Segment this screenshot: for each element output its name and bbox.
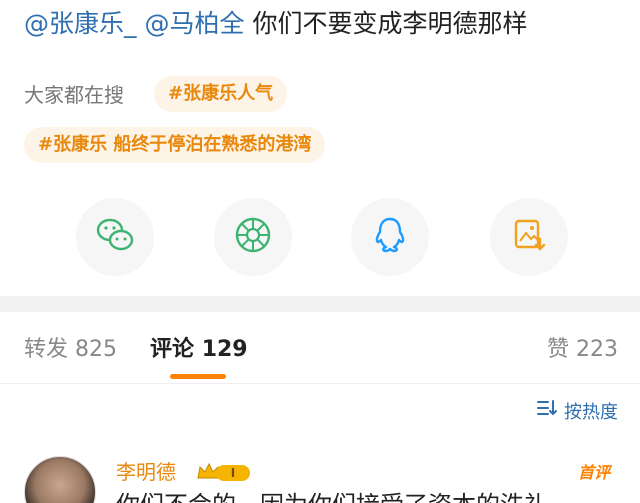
tab-repost-label: 转发 — [24, 337, 69, 362]
post-body: 你们不要变成李明德那样 — [252, 9, 528, 38]
section-divider — [0, 296, 640, 312]
share-qq-button[interactable] — [351, 198, 429, 276]
sort-label: 按热度 — [564, 402, 618, 423]
save-image-button[interactable] — [490, 198, 568, 276]
hot-search-tag[interactable]: #张康乐 船终于停泊在熟悉的港湾 — [24, 127, 326, 163]
comment-item: 李明德 I 首评 你们不会的，因为你们接受了资本的洗礼 — [0, 440, 640, 503]
moments-icon — [234, 216, 272, 258]
sort-by-hot-button[interactable]: 按热度 — [536, 398, 618, 428]
tab-comment-label: 评论 — [150, 337, 195, 362]
share-moments-button[interactable] — [214, 198, 292, 276]
mention-mabaiquan[interactable]: @马柏全 — [144, 9, 244, 38]
save-image-icon — [512, 217, 546, 257]
sort-icon — [536, 398, 558, 428]
mention-zhangkangle[interactable]: @张康乐_ — [24, 9, 137, 38]
tabs-divider — [0, 383, 640, 384]
comment-text: 你们不会的，因为你们接受了资本的洗礼 — [116, 488, 548, 503]
tab-like-count: 223 — [576, 337, 618, 362]
post-section: @张康乐_ @马柏全 你们不要变成李明德那样 大家都在搜 #张康乐人气 #张康乐… — [0, 0, 640, 296]
comment-author[interactable]: 李明德 — [116, 458, 176, 486]
tab-like-label: 赞 — [546, 337, 569, 362]
first-comment-tag: 首评 — [577, 463, 610, 482]
post-text-line: @张康乐_ @马柏全 你们不要变成李明德那样 — [24, 4, 527, 44]
hot-search-tag[interactable]: #张康乐人气 — [154, 76, 288, 112]
share-wechat-button[interactable] — [76, 198, 154, 276]
tab-repost[interactable]: 转发 825 — [24, 332, 117, 368]
active-tab-indicator — [170, 374, 226, 379]
interaction-tabs: 转发 825 评论 129 赞 223 — [0, 312, 640, 384]
hot-search-label: 大家都在搜 — [24, 83, 124, 107]
tab-comment-count: 129 — [201, 337, 248, 362]
qq-icon — [373, 216, 407, 258]
tab-like[interactable]: 赞 223 — [547, 332, 618, 368]
tab-repost-count: 825 — [75, 337, 118, 362]
vip-badge-text: I — [231, 466, 235, 480]
avatar[interactable] — [24, 456, 96, 503]
wechat-icon — [95, 217, 135, 257]
tab-comment[interactable]: 评论 129 — [150, 332, 248, 368]
vip-badge: I — [196, 460, 252, 484]
